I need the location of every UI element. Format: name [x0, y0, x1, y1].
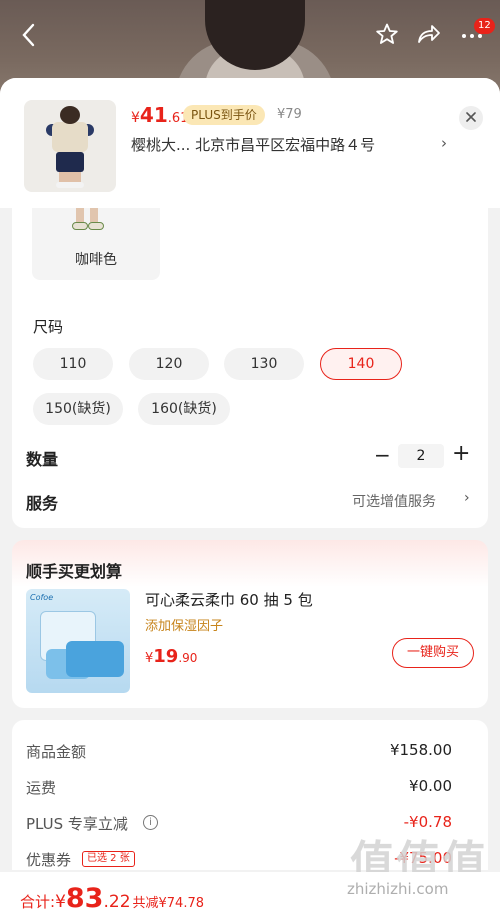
close-icon — [466, 112, 476, 122]
shipping-label: 运费 — [26, 779, 57, 797]
size-option[interactable]: 120 — [129, 348, 209, 380]
info-icon[interactable]: i — [143, 815, 158, 830]
chevron-left-icon — [22, 23, 35, 47]
size-option-out-of-stock[interactable]: 150(缺货) — [33, 393, 123, 425]
quantity-label: 数量 — [26, 450, 59, 469]
color-option[interactable] — [32, 208, 160, 280]
one-click-buy-button[interactable]: 一键购买 — [392, 638, 474, 668]
message-badge: 12 — [474, 18, 495, 34]
goods-amount-value: ¥158.00 — [389, 741, 452, 759]
plus-price-tag: PLUS到手价 — [183, 105, 265, 125]
goods-amount-label: 商品金额 — [26, 743, 87, 761]
recommend-product-name[interactable]: 可心柔云柔巾 60 抽 5 包 — [145, 589, 313, 610]
service-selector[interactable]: 可选增值服务 — [352, 491, 436, 511]
recommend-product-image[interactable]: Cofoe — [26, 589, 130, 693]
service-label: 服务 — [26, 494, 59, 513]
quantity-input[interactable]: 2 — [398, 444, 444, 468]
size-option-selected[interactable]: 140 — [320, 348, 402, 380]
share-icon — [418, 25, 440, 43]
chevron-right-icon: › — [441, 134, 447, 152]
share-button[interactable] — [416, 22, 442, 54]
quantity-decrease-button[interactable]: − — [374, 443, 391, 467]
watermark-url: zhizhizhi.com — [347, 880, 449, 898]
back-button[interactable] — [20, 22, 38, 56]
recommend-product-subtitle: 添加保湿因子 — [145, 619, 224, 634]
favorite-button[interactable] — [375, 22, 399, 54]
total-savings: 共减¥74.78 — [132, 896, 205, 911]
size-option[interactable]: 110 — [33, 348, 113, 380]
coupon-label: 优惠券 — [26, 851, 72, 869]
color-option-label: 咖啡色 — [75, 252, 117, 268]
size-option-out-of-stock[interactable]: 160(缺货) — [138, 393, 230, 425]
size-option[interactable]: 130 — [224, 348, 304, 380]
product-thumbnail[interactable] — [24, 100, 116, 192]
quantity-increase-button[interactable]: + — [452, 441, 470, 466]
shipping-value: ¥0.00 — [409, 777, 452, 795]
recommend-title: 顺手买更划算 — [26, 562, 123, 581]
current-price: ¥41.61 — [131, 103, 189, 127]
recommend-product-price: ¥19.90 — [145, 646, 198, 667]
delivery-address[interactable]: 樱桃大... 北京市昌平区宏福中路４号 — [131, 134, 375, 155]
close-button[interactable] — [459, 106, 483, 130]
order-total: 合计:¥83.22 共减¥74.78 — [20, 883, 205, 914]
chevron-right-icon: › — [464, 490, 470, 506]
coupon-selected-tag[interactable]: 已选 2 张 — [82, 851, 135, 867]
star-icon — [376, 23, 398, 44]
plus-discount-label: PLUS 专享立减 — [26, 815, 128, 833]
size-title: 尺码 — [33, 318, 64, 336]
original-price: ¥79 — [277, 107, 302, 122]
